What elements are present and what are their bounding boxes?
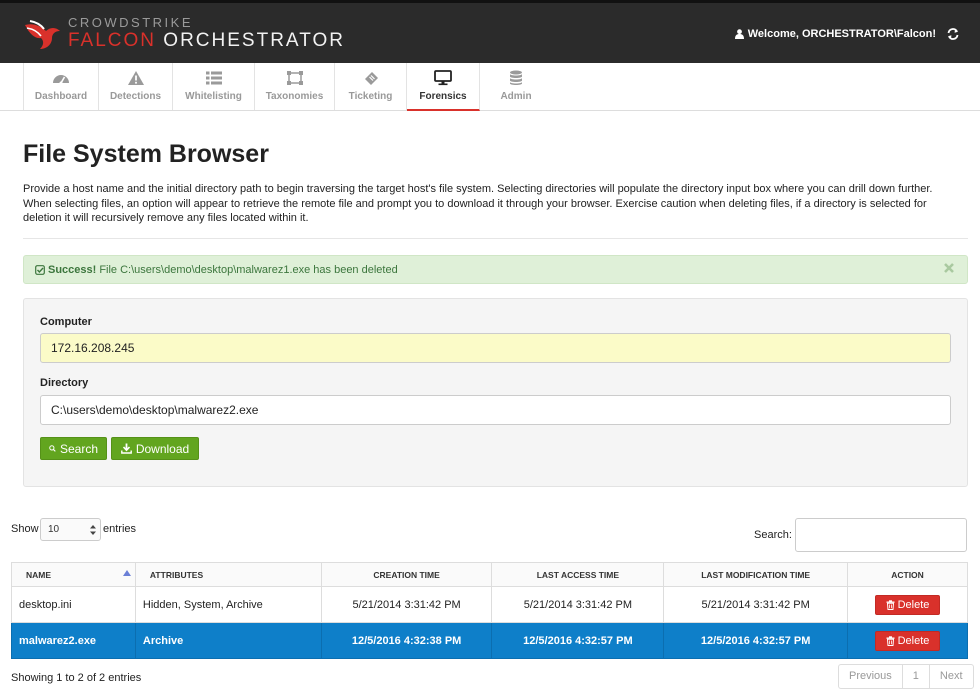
welcome-text: Welcome, ORCHESTRATOR\Falcon! — [747, 28, 936, 40]
cell-name: malwarez2.exe — [11, 622, 136, 659]
tab-whitelisting[interactable]: Whitelisting — [173, 63, 255, 110]
delete-button-label: Delete — [897, 598, 930, 611]
tab-admin[interactable]: Admin — [480, 63, 552, 110]
cell-last-modification-time: 5/21/2014 3:31:42 PM — [663, 586, 849, 623]
database-icon — [510, 70, 522, 85]
tab-ticketing[interactable]: Ticketing — [335, 63, 407, 110]
welcome-user[interactable]: Welcome, ORCHESTRATOR\Falcon! — [734, 28, 936, 40]
alert-message: Success! File C:\users\demo\desktop\malw… — [35, 264, 398, 276]
table-row-selected[interactable]: malwarez2.exe Archive 12/5/2016 4:32:38 … — [11, 622, 968, 659]
column-attributes[interactable]: ATTRIBUTES — [134, 562, 322, 587]
brand-crowdstrike: CROWDSTRIKE — [68, 15, 193, 30]
tab-forensics[interactable]: Forensics — [407, 63, 480, 111]
file-table: NAME ATTRIBUTES CREATION TIME LAST ACCES… — [11, 562, 968, 659]
cell-attributes: Archive — [134, 622, 322, 659]
column-last-access-time[interactable]: LAST ACCESS TIME — [491, 562, 665, 587]
tab-label: Admin — [500, 91, 532, 102]
delete-button-label: Delete — [897, 634, 930, 647]
list-icon — [205, 71, 222, 85]
cell-creation-time: 5/21/2014 3:31:42 PM — [320, 586, 493, 623]
alert-strong: Success! — [48, 264, 97, 276]
tab-dashboard[interactable]: Dashboard — [23, 63, 99, 110]
delete-button[interactable]: Delete — [875, 594, 941, 615]
trash-icon — [886, 599, 895, 610]
tab-taxonomies[interactable]: Taxonomies — [255, 63, 335, 110]
delete-button[interactable]: Delete — [875, 630, 941, 651]
tab-label: Detections — [109, 91, 162, 102]
ticket-icon — [364, 72, 378, 85]
tab-label: Dashboard — [34, 91, 88, 102]
table-search-label: Search: — [754, 529, 792, 541]
download-icon — [120, 443, 132, 454]
alert-text: File C:\users\demo\desktop\malwarez1.exe… — [99, 264, 398, 276]
refresh-icon[interactable] — [946, 27, 960, 41]
directory-label: Directory — [40, 377, 89, 389]
tab-label: Ticketing — [348, 91, 393, 102]
cell-creation-time: 12/5/2016 4:32:38 PM — [320, 622, 493, 659]
column-action: ACTION — [847, 562, 968, 587]
brand-orchestrator: ORCHESTRATOR — [156, 30, 345, 51]
close-icon[interactable] — [943, 262, 955, 274]
entries-label: entries — [103, 523, 137, 535]
tab-label: Whitelisting — [185, 91, 242, 102]
page-description: Provide a host name and the initial dire… — [23, 183, 933, 224]
tab-label: Forensics — [419, 91, 467, 102]
computer-input[interactable] — [40, 333, 951, 363]
trash-icon — [886, 635, 895, 646]
monitor-icon — [434, 70, 452, 86]
search-icon — [49, 445, 56, 452]
column-name-label: NAME — [26, 569, 52, 580]
tab-detections[interactable]: Detections — [99, 63, 173, 110]
table-header-row: NAME ATTRIBUTES CREATION TIME LAST ACCES… — [11, 562, 968, 587]
dashboard-icon — [53, 75, 69, 85]
top-bar: CROWDSTRIKE FALCON ORCHESTRATOR Welcome,… — [0, 0, 980, 63]
cell-last-access-time: 5/21/2014 3:31:42 PM — [491, 586, 665, 623]
cell-attributes: Hidden, System, Archive — [134, 586, 322, 623]
brand-falcon: FALCON — [68, 30, 157, 51]
cell-action: Delete — [847, 622, 968, 659]
tab-label: Taxonomies — [265, 91, 324, 102]
search-button-label: Search — [59, 441, 98, 456]
table-row[interactable]: desktop.ini Hidden, System, Archive 5/21… — [11, 586, 968, 623]
cell-action: Delete — [847, 586, 968, 623]
entries-length-value: 10 — [48, 524, 60, 535]
page-title: File System Browser — [23, 140, 269, 168]
brand-product: FALCON ORCHESTRATOR — [68, 30, 345, 52]
success-alert: Success! File C:\users\demo\desktop\malw… — [23, 255, 968, 284]
pagination: Previous 1 Next — [838, 664, 974, 689]
pagination-next[interactable]: Next — [930, 665, 973, 688]
table-info: Showing 1 to 2 of 2 entries — [11, 672, 142, 684]
table-search-input[interactable] — [795, 518, 967, 552]
user-icon — [734, 29, 744, 39]
cell-last-modification-time: 12/5/2016 4:32:57 PM — [663, 622, 849, 659]
search-form: Computer Directory Search Download — [23, 298, 968, 487]
show-label: Show — [11, 523, 39, 535]
check-square-icon — [35, 265, 45, 275]
sort-asc-icon — [122, 570, 131, 576]
column-last-modification-time[interactable]: LAST MODIFICATION TIME — [663, 562, 849, 587]
warning-icon — [127, 71, 144, 85]
falcon-logo-icon[interactable] — [22, 13, 62, 53]
pagination-page-1[interactable]: 1 — [903, 665, 930, 688]
cell-name: desktop.ini — [11, 586, 136, 623]
entries-length-select[interactable]: 10 — [40, 518, 101, 541]
cell-last-access-time: 12/5/2016 4:32:57 PM — [491, 622, 665, 659]
directory-input[interactable] — [40, 395, 951, 425]
column-name[interactable]: NAME — [11, 562, 136, 587]
computer-label: Computer — [40, 316, 92, 328]
nav-tabs: Dashboard Detections Whitelisting Taxono… — [0, 63, 980, 111]
download-button[interactable]: Download — [111, 437, 199, 460]
column-creation-time[interactable]: CREATION TIME — [320, 562, 493, 587]
download-button-label: Download — [135, 441, 190, 456]
updown-arrows-icon — [90, 525, 96, 535]
divider — [23, 238, 968, 239]
pagination-previous[interactable]: Previous — [839, 665, 903, 688]
taxonomy-icon — [286, 71, 303, 85]
search-button[interactable]: Search — [40, 437, 107, 460]
